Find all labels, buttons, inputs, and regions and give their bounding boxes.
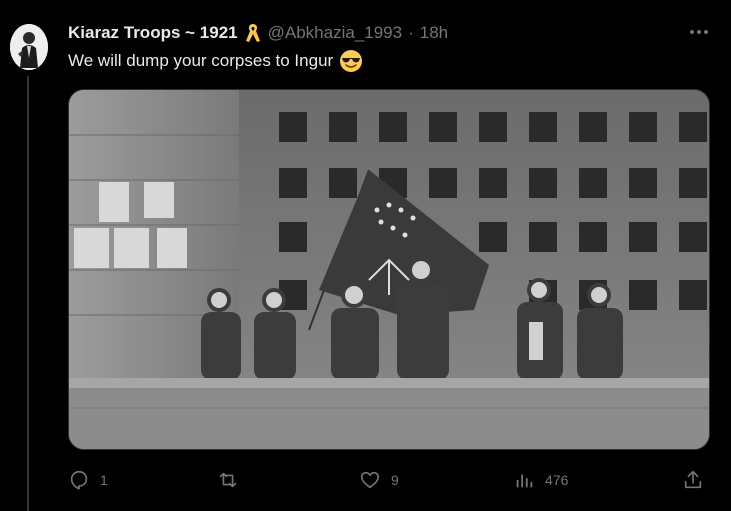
analytics-icon bbox=[516, 474, 533, 488]
retweet-icon bbox=[219, 472, 237, 488]
reply-count: 1 bbox=[100, 472, 108, 488]
yellow-ribbon-icon bbox=[244, 22, 262, 44]
separator-dot: · bbox=[408, 23, 414, 42]
timestamp[interactable]: 18h bbox=[420, 23, 448, 43]
reply-icon bbox=[70, 470, 88, 490]
share-icon bbox=[684, 470, 702, 489]
share-button[interactable] bbox=[682, 466, 704, 494]
like-count: 9 bbox=[391, 472, 399, 488]
tweet-photo[interactable] bbox=[68, 89, 710, 450]
user-handle[interactable]: @Abkhazia_1993 bbox=[268, 23, 402, 43]
heart-icon bbox=[360, 471, 380, 489]
views-button[interactable]: 476 bbox=[513, 466, 568, 494]
display-name[interactable]: Kiaraz Troops ~ 1921 bbox=[68, 23, 238, 43]
sunglasses-emoji-icon bbox=[339, 49, 363, 73]
tweet-text: We will dump your corpses to Ingur bbox=[68, 49, 363, 73]
tweet-body: We will dump your corpses to Ingur bbox=[68, 51, 334, 70]
like-button[interactable]: 9 bbox=[359, 466, 399, 494]
thread-line bbox=[27, 76, 29, 511]
action-bar: 1 9 476 bbox=[60, 466, 720, 494]
tweet-header: Kiaraz Troops ~ 1921 @Abkhazia_1993 · 18… bbox=[68, 22, 448, 44]
view-count: 476 bbox=[545, 472, 569, 488]
more-options-icon[interactable] bbox=[687, 22, 711, 42]
retweet-button[interactable] bbox=[217, 466, 249, 494]
avatar[interactable] bbox=[10, 24, 48, 70]
reply-button[interactable]: 1 bbox=[68, 466, 108, 494]
